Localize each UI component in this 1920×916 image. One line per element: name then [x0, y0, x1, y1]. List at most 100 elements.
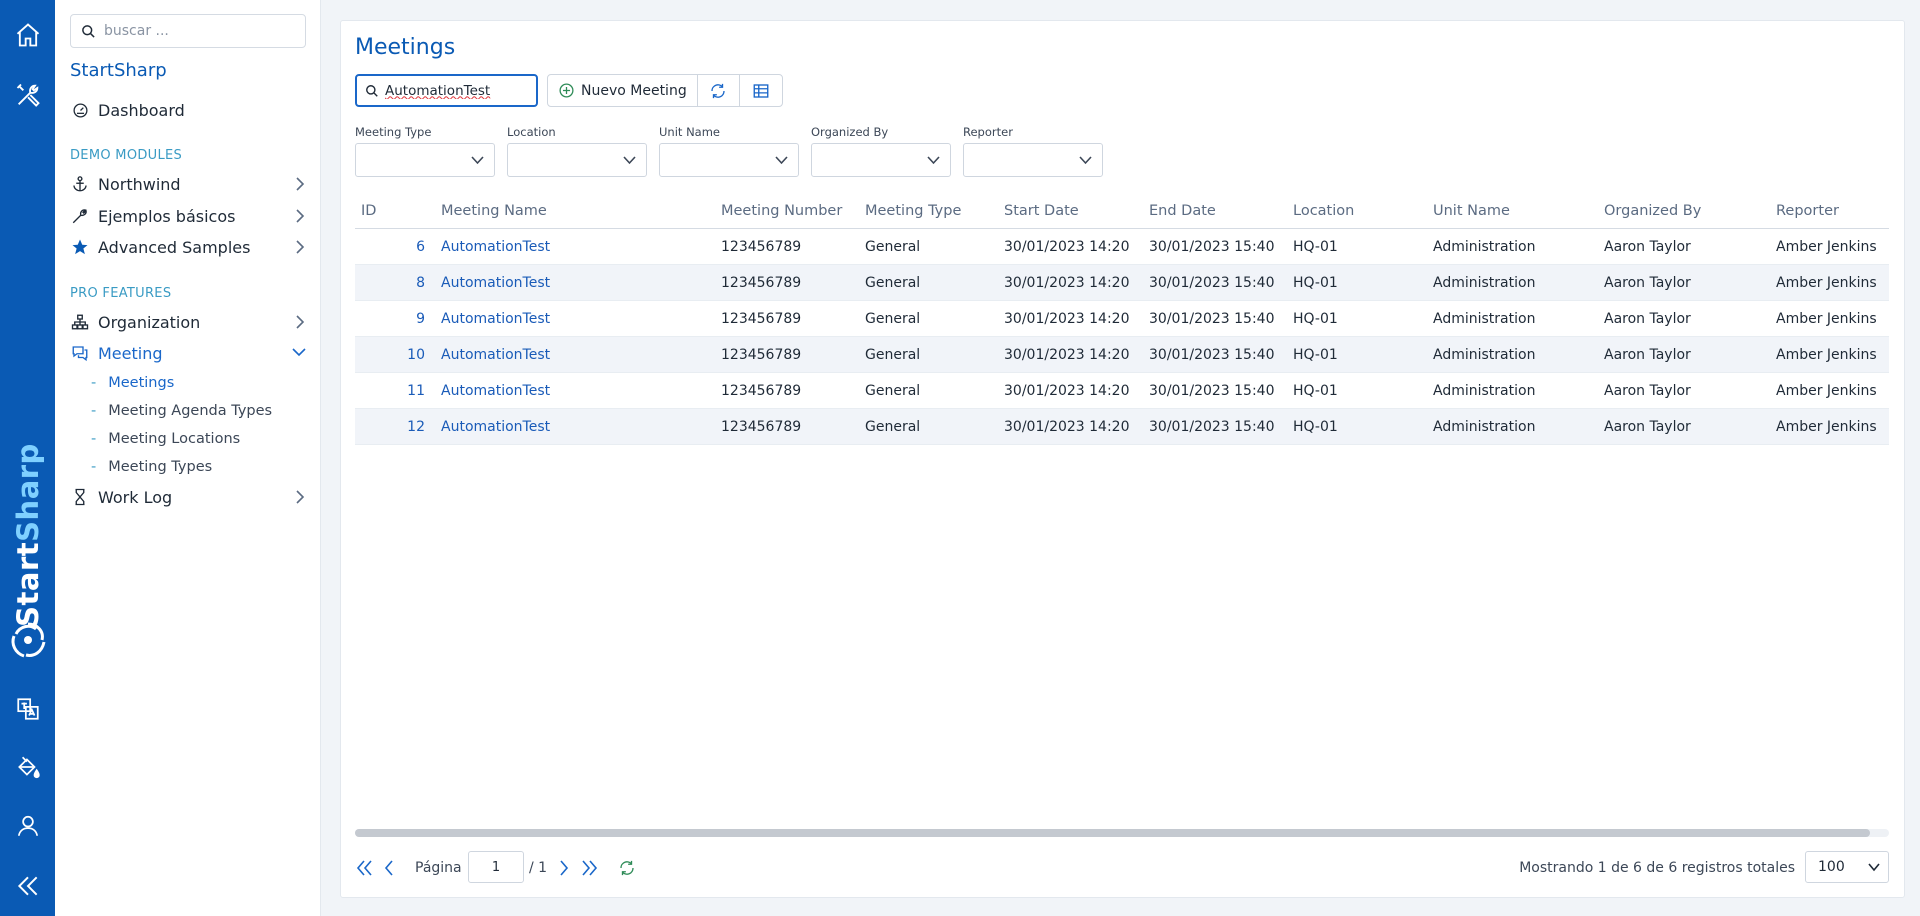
filter-meeting-type: Meeting Type — [355, 125, 495, 177]
pager-refresh-button[interactable] — [617, 858, 637, 878]
filter-label: Organized By — [811, 125, 889, 139]
sidebar-item-label: Advanced Samples — [98, 237, 251, 257]
cell-meeting-name-link[interactable]: AutomationTest — [441, 383, 550, 399]
search-icon — [82, 24, 95, 38]
cell-end-date: 30/01/2023 15:40 — [1149, 419, 1275, 435]
sidebar-search[interactable] — [70, 14, 306, 48]
scrollbar-thumb[interactable] — [355, 829, 1870, 837]
collapse-sidebar-button[interactable] — [0, 861, 55, 911]
sidebar: StartSharp Dashboard DEMO MODULES Northw… — [55, 0, 321, 916]
table-row[interactable]: 11 AutomationTest 123456789 General 30/0… — [355, 373, 1889, 409]
sidebar-subitem-meeting-locations[interactable]: - Meeting Locations — [91, 427, 240, 451]
cell-organized-by: Aaron Taylor — [1604, 275, 1691, 291]
chevron-down-icon — [927, 156, 940, 165]
refresh-button[interactable] — [698, 75, 740, 106]
sidebar-item-northwind[interactable]: Northwind — [70, 170, 306, 198]
filter-location-select[interactable] — [507, 143, 647, 177]
bullet-dash: - — [91, 459, 97, 475]
rail-brand-start: Start — [10, 541, 45, 627]
tools-button[interactable] — [0, 70, 55, 120]
table-row[interactable]: 10 AutomationTest 123456789 General 30/0… — [355, 337, 1889, 373]
filter-meeting-type-select[interactable] — [355, 143, 495, 177]
column-header-meeting-type[interactable]: Meeting Type — [865, 203, 961, 219]
translate-button[interactable] — [0, 684, 55, 734]
chevron-down-icon — [1868, 863, 1880, 872]
sidebar-item-advanced-samples[interactable]: Advanced Samples — [70, 233, 306, 261]
previous-page-button[interactable] — [379, 858, 399, 878]
cell-start-date: 30/01/2023 14:20 — [1004, 383, 1130, 399]
cell-unit-name: Administration — [1433, 239, 1536, 255]
filter-unit-name-select[interactable] — [659, 143, 799, 177]
rail-brand: StartSharp — [0, 440, 55, 670]
filter-reporter-select[interactable] — [963, 143, 1103, 177]
filter-reporter: Reporter — [963, 125, 1103, 177]
column-header-reporter[interactable]: Reporter — [1776, 203, 1839, 219]
column-header-start-date[interactable]: Start Date — [1004, 203, 1079, 219]
column-header-id[interactable]: ID — [361, 203, 376, 219]
cell-unit-name: Administration — [1433, 347, 1536, 363]
chevron-down-icon — [292, 348, 306, 357]
table-row[interactable]: 12 AutomationTest 123456789 General 30/0… — [355, 409, 1889, 445]
cell-meeting-name-link[interactable]: AutomationTest — [441, 419, 550, 435]
sidebar-item-label: Organization — [98, 312, 201, 332]
cell-location: HQ-01 — [1293, 275, 1338, 291]
cell-meeting-name-link[interactable]: AutomationTest — [441, 311, 550, 327]
gauge-icon — [72, 102, 88, 118]
theme-button[interactable] — [0, 742, 55, 792]
column-header-meeting-number[interactable]: Meeting Number — [721, 203, 842, 219]
chevron-right-icon — [296, 209, 305, 223]
cell-location: HQ-01 — [1293, 311, 1338, 327]
cell-meeting-name-link[interactable]: AutomationTest — [441, 275, 550, 291]
chevron-right-icon — [296, 240, 305, 254]
first-page-button[interactable] — [355, 858, 375, 878]
cell-reporter: Amber Jenkins — [1776, 275, 1877, 291]
new-meeting-label: Nuevo Meeting — [581, 82, 687, 99]
column-header-location[interactable]: Location — [1293, 203, 1354, 219]
next-page-button[interactable] — [554, 858, 574, 878]
hourglass-icon — [75, 488, 85, 506]
last-page-button[interactable] — [579, 858, 599, 878]
new-meeting-button[interactable]: Nuevo Meeting — [548, 75, 698, 106]
chevron-down-icon — [1079, 156, 1092, 165]
sidebar-subitem-meetings[interactable]: - Meetings — [91, 371, 174, 395]
sidebar-item-dashboard[interactable]: Dashboard — [70, 96, 306, 124]
page-label: Página — [415, 860, 462, 876]
column-header-meeting-name[interactable]: Meeting Name — [441, 203, 547, 219]
table-row[interactable]: 9 AutomationTest 123456789 General 30/01… — [355, 301, 1889, 337]
table-row[interactable]: 8 AutomationTest 123456789 General 30/01… — [355, 265, 1889, 301]
filter-label: Reporter — [963, 125, 1013, 139]
cell-organized-by: Aaron Taylor — [1604, 419, 1691, 435]
sidebar-item-work-log[interactable]: Work Log — [70, 483, 306, 511]
cell-organized-by: Aaron Taylor — [1604, 239, 1691, 255]
sidebar-item-organization[interactable]: Organization — [70, 308, 306, 336]
column-header-end-date[interactable]: End Date — [1149, 203, 1216, 219]
sidebar-item-meeting[interactable]: Meeting — [70, 339, 306, 367]
page-number-input[interactable] — [468, 851, 524, 883]
column-picker-button[interactable] — [740, 75, 782, 106]
home-button[interactable] — [0, 10, 55, 60]
horizontal-scrollbar[interactable] — [355, 829, 1889, 837]
column-header-organized-by[interactable]: Organized By — [1604, 203, 1701, 219]
profile-button[interactable] — [0, 801, 55, 851]
cell-meeting-number: 123456789 — [721, 311, 802, 327]
table-row[interactable]: 6 AutomationTest 123456789 General 30/01… — [355, 229, 1889, 265]
bullet-dash: - — [91, 403, 97, 419]
sidebar-search-input[interactable] — [104, 23, 294, 39]
cell-meeting-number: 123456789 — [721, 419, 802, 435]
sidebar-item-ejemplos-basicos[interactable]: Ejemplos básicos — [70, 202, 306, 230]
cell-meeting-name-link[interactable]: AutomationTest — [441, 347, 550, 363]
cell-meeting-name-link[interactable]: AutomationTest — [441, 239, 550, 255]
chevron-right-icon — [560, 860, 569, 876]
filter-organized-by-select[interactable] — [811, 143, 951, 177]
sidebar-subitem-meeting-agenda-types[interactable]: - Meeting Agenda Types — [91, 399, 272, 423]
grid-search-input[interactable] — [385, 82, 530, 99]
icon-rail: StartSharp — [0, 0, 55, 916]
sidebar-item-label: Ejemplos básicos — [98, 206, 236, 226]
column-header-unit-name[interactable]: Unit Name — [1433, 203, 1510, 219]
paint-bucket-icon — [17, 756, 40, 779]
sidebar-subitem-label: Meeting Locations — [108, 431, 241, 447]
page-size-select[interactable]: 100 — [1805, 851, 1889, 883]
grid-quick-search[interactable] — [355, 74, 538, 107]
sidebar-subitem-meeting-types[interactable]: - Meeting Types — [91, 455, 212, 479]
rail-brand-end: Sharp — [10, 443, 45, 542]
